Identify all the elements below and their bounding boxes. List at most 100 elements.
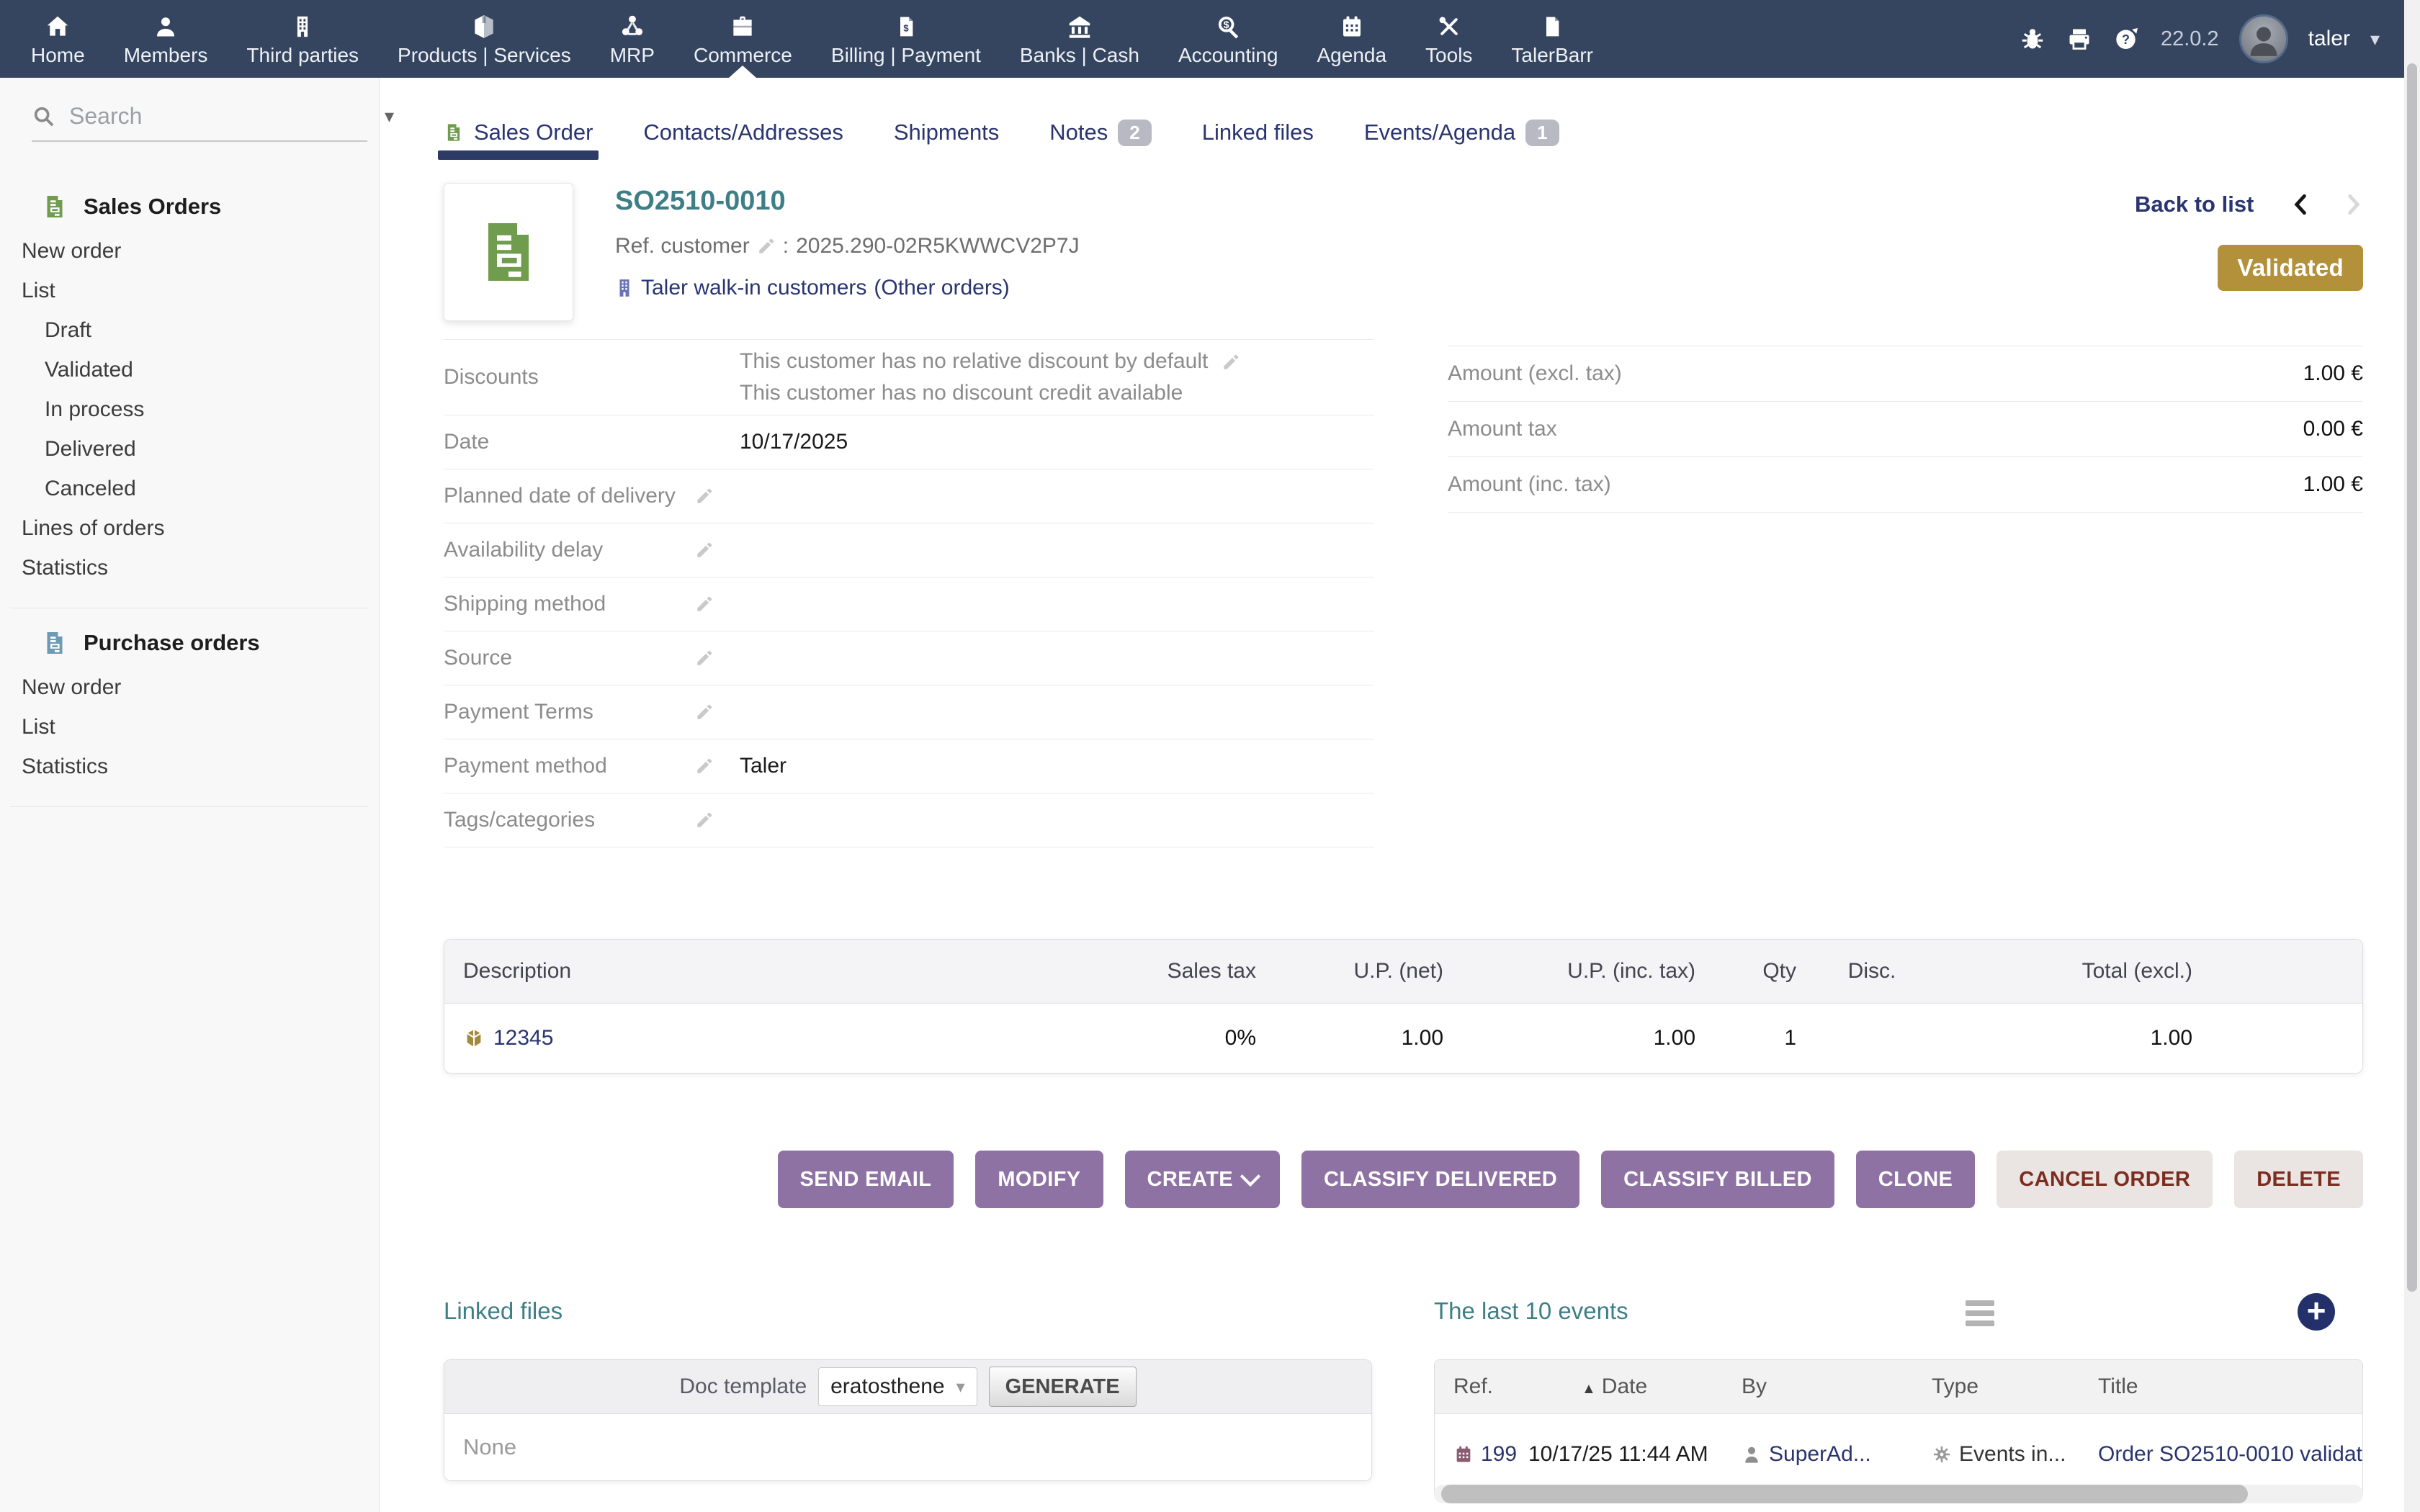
event-by-link[interactable]: SuperAd... bbox=[1769, 1442, 1871, 1467]
nav-products-services[interactable]: Products | Services bbox=[378, 0, 591, 78]
nav-mrp[interactable]: MRP bbox=[591, 0, 674, 78]
events-header-date[interactable]: ▲Date bbox=[1528, 1374, 1742, 1399]
company-link[interactable]: Taler walk-in customers bbox=[641, 276, 866, 300]
edit-tags-pencil-icon[interactable] bbox=[695, 811, 714, 829]
cancel-order-button[interactable]: CANCEL ORDER bbox=[1996, 1151, 2213, 1208]
nav-home[interactable]: Home bbox=[12, 0, 104, 78]
page-vertical-scrollbar[interactable] bbox=[2404, 0, 2420, 1512]
events-header-ref[interactable]: Ref. bbox=[1453, 1374, 1528, 1399]
events-header-type[interactable]: Type bbox=[1932, 1374, 2098, 1399]
tab-sales-order[interactable]: Sales Order bbox=[444, 120, 593, 145]
scrollbar-thumb[interactable] bbox=[1441, 1485, 2248, 1503]
sidebar-item-po-statistics[interactable]: Statistics bbox=[22, 747, 379, 786]
tab-shipments[interactable]: Shipments bbox=[894, 120, 999, 145]
payment-method-value: Taler bbox=[740, 754, 1374, 778]
event-ref-link[interactable]: 199 bbox=[1481, 1442, 1517, 1467]
previous-record-chevron-icon[interactable] bbox=[2290, 193, 2309, 216]
order-line-row: 12345 0% 1.00 1.00 1 1.00 bbox=[444, 1004, 2362, 1073]
event-user-icon bbox=[1742, 1444, 1762, 1465]
bug-icon[interactable] bbox=[2020, 26, 2045, 52]
sidebar-item-so-statistics[interactable]: Statistics bbox=[22, 548, 379, 588]
sidebar-item-po-list[interactable]: List bbox=[22, 707, 379, 747]
sidebar-menu: Sales Orders New order List Draft Valida… bbox=[0, 142, 379, 807]
search-icon bbox=[32, 104, 56, 129]
help-icon[interactable]: ? bbox=[2113, 26, 2141, 52]
tab-contacts-addresses[interactable]: Contacts/Addresses bbox=[643, 120, 843, 145]
tab-linked-files[interactable]: Linked files bbox=[1202, 120, 1314, 145]
order-reference: SO2510-0010 bbox=[615, 186, 1839, 217]
events-horizontal-scrollbar[interactable] bbox=[1434, 1485, 2363, 1503]
username-label[interactable]: taler bbox=[2308, 27, 2350, 51]
nav-third-parties[interactable]: Third parties bbox=[227, 0, 378, 78]
edit-payment-terms-pencil-icon[interactable] bbox=[695, 703, 714, 721]
tab-notes[interactable]: Notes 2 bbox=[1049, 120, 1151, 146]
edit-planned-delivery-pencil-icon[interactable] bbox=[695, 487, 714, 505]
send-email-button[interactable]: SEND EMAIL bbox=[778, 1151, 954, 1208]
record-navigation: Back to list bbox=[2135, 192, 2364, 217]
amount-tax-value: 0.00 € bbox=[2303, 417, 2363, 441]
status-badge: Validated bbox=[2218, 245, 2363, 291]
sidebar-item-so-validated[interactable]: Validated bbox=[22, 350, 379, 390]
nav-banks-cash[interactable]: Banks | Cash bbox=[1000, 0, 1159, 78]
events-header-by[interactable]: By bbox=[1742, 1374, 1932, 1399]
classify-delivered-button[interactable]: CLASSIFY DELIVERED bbox=[1301, 1151, 1579, 1208]
scrollbar-thumb[interactable] bbox=[2407, 63, 2417, 1292]
search-dropdown-caret-icon[interactable]: ▾ bbox=[385, 105, 398, 127]
event-title-link[interactable]: Order SO2510-0010 validated bbox=[2098, 1442, 2362, 1467]
order-photo-card bbox=[444, 183, 573, 321]
sidebar-item-so-in-process[interactable]: In process bbox=[22, 390, 379, 429]
sidebar-section-purchase-orders: Purchase orders bbox=[22, 629, 379, 657]
line-qty: 1 bbox=[1695, 1026, 1796, 1050]
nav-commerce[interactable]: Commerce bbox=[674, 0, 812, 78]
edit-discount-pencil-icon[interactable] bbox=[1222, 353, 1240, 372]
edit-payment-method-pencil-icon[interactable] bbox=[695, 757, 714, 775]
back-to-list-link[interactable]: Back to list bbox=[2135, 192, 2254, 217]
user-menu-chevron-down-icon[interactable]: ▾ bbox=[2370, 28, 2380, 50]
event-gear-icon bbox=[1932, 1444, 1952, 1464]
nav-agenda[interactable]: Agenda bbox=[1298, 0, 1407, 78]
sidebar-item-so-canceled[interactable]: Canceled bbox=[22, 469, 379, 508]
edit-ref-customer-pencil-icon[interactable] bbox=[757, 237, 776, 256]
classify-billed-button[interactable]: CLASSIFY BILLED bbox=[1601, 1151, 1834, 1208]
nav-tools[interactable]: Tools bbox=[1406, 0, 1492, 78]
object-tabs: Sales Order Contacts/Addresses Shipments… bbox=[444, 109, 1559, 156]
print-icon[interactable] bbox=[2066, 26, 2093, 52]
user-avatar[interactable] bbox=[2239, 14, 2288, 63]
company-line: Taler walk-in customers (Other orders) bbox=[615, 276, 1839, 300]
nav-accounting[interactable]: $ Accounting bbox=[1159, 0, 1298, 78]
sidebar-item-po-new-order[interactable]: New order bbox=[22, 667, 379, 707]
tab-events-agenda[interactable]: Events/Agenda 1 bbox=[1364, 120, 1559, 146]
sidebar-item-so-draft[interactable]: Draft bbox=[22, 310, 379, 350]
nav-talerbarr[interactable]: TalerBarr bbox=[1492, 0, 1613, 78]
other-orders-link[interactable]: (Other orders) bbox=[874, 276, 1009, 300]
search-input[interactable] bbox=[68, 102, 373, 130]
dolibarr-sales-order-page: Home Members Third parties Products | Se… bbox=[0, 0, 2420, 1512]
product-link[interactable]: 12345 bbox=[493, 1026, 553, 1050]
tools-icon bbox=[1435, 12, 1463, 42]
action-buttons: SEND EMAIL MODIFY CREATE CLASSIFY DELIVE… bbox=[778, 1151, 2363, 1208]
events-list-view-icon[interactable] bbox=[1966, 1300, 1994, 1326]
doc-template-select[interactable]: eratosthene ▾ bbox=[818, 1367, 977, 1406]
nav-members[interactable]: Members bbox=[104, 0, 228, 78]
detail-row-discounts: Discounts This customer has no relative … bbox=[444, 339, 1374, 415]
sidebar-item-so-lines-of-orders[interactable]: Lines of orders bbox=[22, 508, 379, 548]
sidebar-item-so-new-order[interactable]: New order bbox=[22, 231, 379, 271]
generate-button[interactable]: GENERATE bbox=[989, 1367, 1137, 1407]
edit-source-pencil-icon[interactable] bbox=[695, 649, 714, 667]
edit-shipping-method-pencil-icon[interactable] bbox=[695, 595, 714, 613]
create-dropdown-button[interactable]: CREATE bbox=[1125, 1151, 1280, 1208]
sidebar-item-so-list[interactable]: List bbox=[22, 271, 379, 310]
clone-button[interactable]: CLONE bbox=[1856, 1151, 1976, 1208]
order-details-table: Discounts This customer has no relative … bbox=[444, 339, 1374, 847]
delete-button[interactable]: DELETE bbox=[2234, 1151, 2363, 1208]
sidebar-item-so-delivered[interactable]: Delivered bbox=[22, 429, 379, 469]
nav-billing-payment[interactable]: $ Billing | Payment bbox=[812, 0, 1000, 78]
product-cube-icon bbox=[463, 1027, 485, 1050]
modify-button[interactable]: MODIFY bbox=[975, 1151, 1103, 1208]
events-header-title[interactable]: Title bbox=[2098, 1374, 2362, 1399]
linked-files-header: Doc template eratosthene ▾ GENERATE bbox=[444, 1360, 1371, 1414]
add-event-button[interactable]: + bbox=[2298, 1293, 2335, 1331]
edit-availability-pencil-icon[interactable] bbox=[695, 541, 714, 559]
product-box-icon bbox=[470, 12, 498, 42]
purchase-orders-doc-icon bbox=[42, 629, 68, 657]
